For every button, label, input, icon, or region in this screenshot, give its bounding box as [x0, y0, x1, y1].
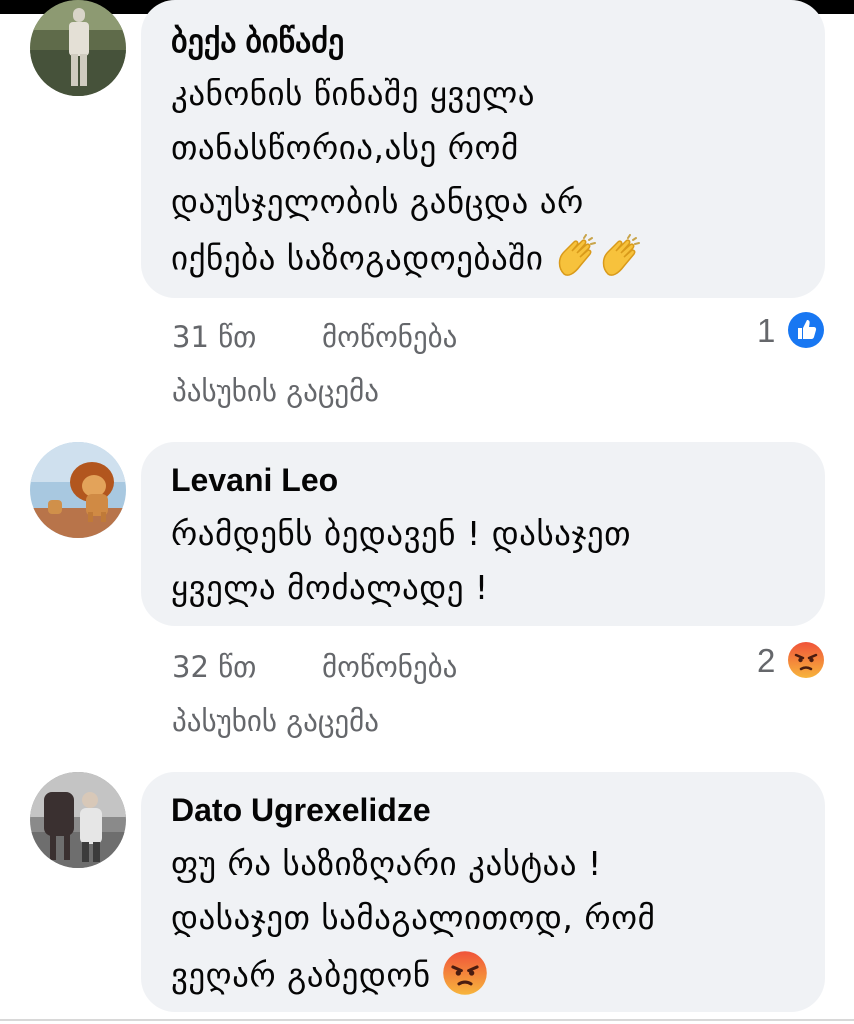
comment-author[interactable]: Dato Ugrexelidze: [171, 792, 431, 829]
avatar[interactable]: [30, 442, 126, 538]
avatar[interactable]: [30, 772, 126, 868]
comment-bubble: ბექა ბიწაძე კანონის წინაშე ყველა თანასწო…: [141, 0, 825, 298]
comment-text-line: რამდენს ბედავენ ! დასაჯეთ: [171, 514, 632, 553]
avatar[interactable]: [30, 0, 126, 96]
comment-text-line: იქნება საზოგადოებაში: [171, 234, 642, 286]
reaction-count[interactable]: 2: [757, 642, 775, 680]
comment-timestamp[interactable]: 31 წთ: [172, 320, 256, 354]
reply-button[interactable]: პასუხის გაცემა: [172, 704, 379, 738]
like-icon[interactable]: [787, 311, 825, 349]
comment-text-line: თანასწორია,ასე რომ: [171, 128, 519, 167]
clapping-hands-icon: [554, 234, 598, 286]
comment-author[interactable]: Levani Leo: [171, 462, 338, 499]
comment-text-line: დასაჯეთ სამაგალითოდ, რომ: [171, 898, 656, 937]
like-button[interactable]: მოწონება: [322, 650, 457, 684]
reaction-count[interactable]: 1: [757, 312, 775, 350]
angry-icon[interactable]: [787, 641, 825, 679]
comment-author[interactable]: ბექა ბიწაძე: [171, 22, 344, 60]
comment-bubble: Dato Ugrexelidze ფუ რა საზიზღარი კასტაა …: [141, 772, 825, 1012]
comment-text-line: ყველა მოძალადე !: [171, 568, 489, 607]
angry-face-icon: [442, 950, 488, 1004]
comment-text-line: ვეღარ გაბედონ: [171, 950, 488, 1004]
like-button[interactable]: მოწონება: [322, 320, 457, 354]
comment-timestamp[interactable]: 32 წთ: [172, 650, 256, 684]
comment-text-line: დაუსჯელობის განცდა არ: [171, 182, 584, 221]
comment-text-line: ფუ რა საზიზღარი კასტაა !: [171, 844, 602, 883]
divider: [0, 1019, 854, 1021]
comment-text: იქნება საზოგადოებაში: [171, 238, 544, 278]
clapping-hands-icon: [598, 234, 642, 286]
comment-bubble: Levani Leo რამდენს ბედავენ ! დასაჯეთ ყვე…: [141, 442, 825, 626]
reply-button[interactable]: პასუხის გაცემა: [172, 374, 379, 408]
comment-text: ვეღარ გაბედონ: [171, 955, 431, 995]
comment-text-line: კანონის წინაშე ყველა: [171, 74, 535, 113]
